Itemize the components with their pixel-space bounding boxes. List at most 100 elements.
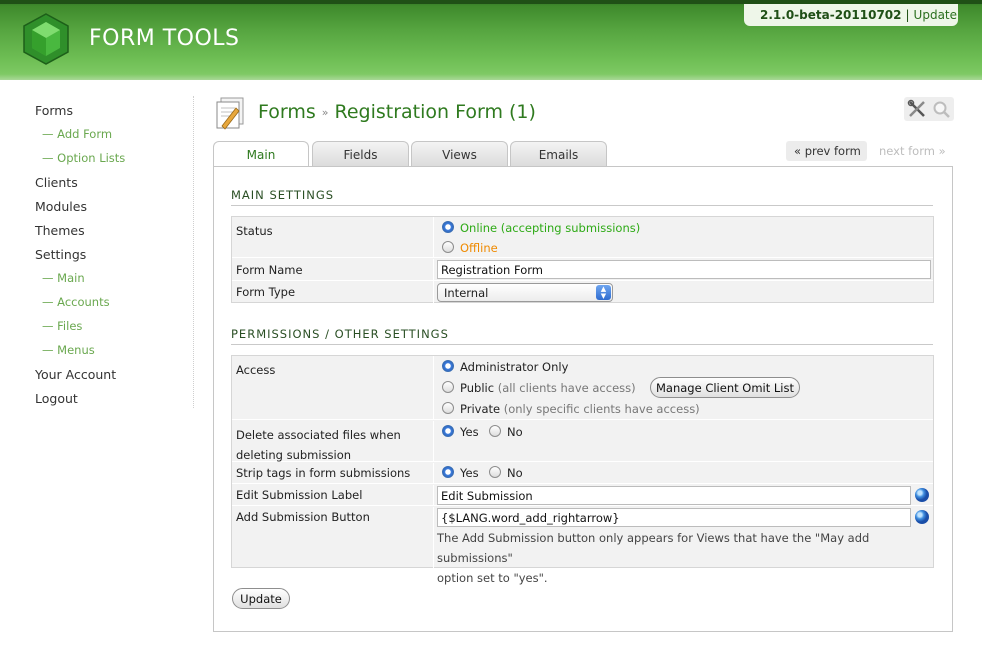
delete-files-row: Delete associated files when deleting su…: [232, 421, 933, 462]
update-button[interactable]: Update: [232, 588, 290, 609]
edit-label-row: Edit Submission Label Edit Submission: [232, 485, 933, 506]
access-admin-option[interactable]: Administrator Only: [442, 360, 568, 374]
select-arrow-icon: ▲ ▼: [596, 285, 611, 300]
delete-files-no-label: No: [507, 425, 523, 439]
access-public-option[interactable]: Public (all clients have access): [442, 381, 636, 395]
strip-tags-yes-radio[interactable]: [442, 466, 454, 478]
status-offline-option[interactable]: Offline: [442, 241, 498, 255]
main-settings-table: Status Online (accepting submissions) Of…: [231, 216, 934, 303]
version-label: 2.1.0-beta-20110702: [760, 8, 902, 22]
globe-icon[interactable]: [915, 488, 929, 502]
sidebar-item-forms[interactable]: Forms: [35, 103, 73, 118]
access-label: Access: [236, 363, 276, 377]
version-box: 2.1.0-beta-20110702 | Update: [744, 4, 958, 26]
tools-toolbar: [904, 97, 954, 121]
sidebar-item-settings-main[interactable]: — Main: [42, 271, 85, 285]
sidebar-item-clients[interactable]: Clients: [35, 175, 78, 190]
form-tools-logo: [23, 13, 69, 65]
access-public-note: (all clients have access): [497, 381, 636, 395]
next-form-button: next form »: [879, 144, 946, 158]
strip-tags-row: Strip tags in form submissions Yes No: [232, 463, 933, 484]
delete-files-no-option[interactable]: No: [489, 425, 523, 439]
edit-submission-label-label: Edit Submission Label: [236, 488, 363, 502]
sidebar-item-option-lists[interactable]: — Option Lists: [42, 151, 125, 165]
access-private-radio[interactable]: [442, 402, 454, 414]
column-divider: [433, 421, 434, 461]
tab-fields[interactable]: Fields: [312, 141, 409, 166]
form-type-select[interactable]: Internal ▲ ▼: [437, 283, 613, 302]
status-online-option[interactable]: Online (accepting submissions): [442, 221, 640, 235]
brand-title: FORM TOOLS: [89, 26, 240, 51]
strip-tags-no-radio[interactable]: [489, 466, 501, 478]
form-name-label: Form Name: [236, 263, 303, 277]
permissions-heading: PERMISSIONS / OTHER SETTINGS: [231, 327, 449, 341]
strip-tags-label: Strip tags in form submissions: [236, 466, 411, 480]
status-online-radio[interactable]: [442, 221, 454, 233]
access-private-label: Private: [460, 402, 501, 416]
status-label: Status: [236, 224, 273, 238]
tab-emails[interactable]: Emails: [510, 141, 607, 166]
main-settings-rule: [231, 205, 933, 206]
page-title: Forms » Registration Form (1): [258, 101, 536, 123]
sidebar-item-settings-accounts[interactable]: — Accounts: [42, 295, 110, 309]
strip-tags-yes-option[interactable]: Yes: [442, 466, 479, 480]
status-online-label: Online (accepting submissions): [460, 221, 641, 235]
prev-form-button[interactable]: « prev form: [786, 141, 867, 161]
access-private-option[interactable]: Private (only specific clients have acce…: [442, 402, 700, 416]
sidebar-item-settings-files[interactable]: — Files: [42, 319, 82, 333]
tab-views[interactable]: Views: [411, 141, 508, 166]
sidebar-item-add-form[interactable]: — Add Form: [42, 127, 112, 141]
strip-tags-yes-label: Yes: [460, 466, 479, 480]
delete-files-no-radio[interactable]: [489, 425, 501, 437]
globe-icon[interactable]: [915, 510, 929, 524]
breadcrumb-forms[interactable]: Forms: [258, 101, 316, 123]
form-name-input[interactable]: Registration Form: [437, 260, 931, 279]
breadcrumb-separator: »: [321, 106, 329, 119]
access-public-label: Public: [460, 381, 495, 395]
manage-client-omit-list-button[interactable]: Manage Client Omit List: [650, 377, 800, 398]
main-settings-heading: MAIN SETTINGS: [231, 188, 335, 202]
delete-files-label-line1: Delete associated files when: [236, 428, 401, 442]
delete-files-yes-option[interactable]: Yes: [442, 425, 479, 439]
sidebar-item-themes[interactable]: Themes: [35, 223, 85, 238]
add-submission-button-input[interactable]: {$LANG.word_add_rightarrow}: [437, 508, 911, 527]
access-admin-radio[interactable]: [442, 360, 454, 372]
add-submission-help-line1: The Add Submission button only appears f…: [437, 531, 870, 565]
access-private-note: (only specific clients have access): [503, 402, 700, 416]
sidebar-item-logout[interactable]: Logout: [35, 391, 78, 406]
form-type-label: Form Type: [236, 285, 296, 299]
version-separator: |: [905, 8, 910, 22]
add-submission-help-line2: option set to "yes".: [437, 571, 548, 585]
status-offline-label: Offline: [460, 241, 498, 255]
sidebar-item-settings-menus[interactable]: — Menus: [42, 343, 95, 357]
search-icon[interactable]: [931, 99, 951, 119]
tools-icon[interactable]: [907, 99, 927, 119]
app-header: FORM TOOLS 2.1.0-beta-20110702 | Update: [0, 0, 982, 80]
sidebar-item-modules[interactable]: Modules: [35, 199, 87, 214]
column-divider: [433, 463, 434, 483]
update-link[interactable]: Update: [914, 8, 957, 22]
delete-files-label-line2: deleting submission: [236, 448, 352, 462]
status-offline-radio[interactable]: [442, 241, 454, 253]
column-divider: [433, 507, 434, 568]
column-divider: [433, 259, 434, 280]
access-public-radio[interactable]: [442, 381, 454, 393]
sidebar-item-your-account[interactable]: Your Account: [35, 367, 116, 382]
access-row: Access Administrator Only Public (all cl…: [232, 356, 933, 420]
permissions-table: Access Administrator Only Public (all cl…: [231, 355, 934, 585]
form-type-selected-value: Internal: [444, 286, 489, 300]
column-divider: [433, 217, 434, 257]
add-button-row: Add Submission Button {$LANG.word_add_ri…: [232, 507, 933, 585]
permissions-rule: [231, 344, 933, 345]
edit-submission-label-input[interactable]: Edit Submission: [437, 486, 911, 505]
access-admin-label: Administrator Only: [460, 360, 569, 374]
strip-tags-no-label: No: [507, 466, 523, 480]
column-divider: [433, 281, 434, 303]
forms-page-icon: [216, 97, 244, 130]
tab-main[interactable]: Main: [213, 141, 309, 167]
delete-files-yes-radio[interactable]: [442, 425, 454, 437]
strip-tags-no-option[interactable]: No: [489, 466, 523, 480]
sidebar-item-settings[interactable]: Settings: [35, 247, 86, 262]
delete-files-label: Delete associated files when deleting su…: [236, 425, 432, 465]
column-divider: [433, 485, 434, 505]
